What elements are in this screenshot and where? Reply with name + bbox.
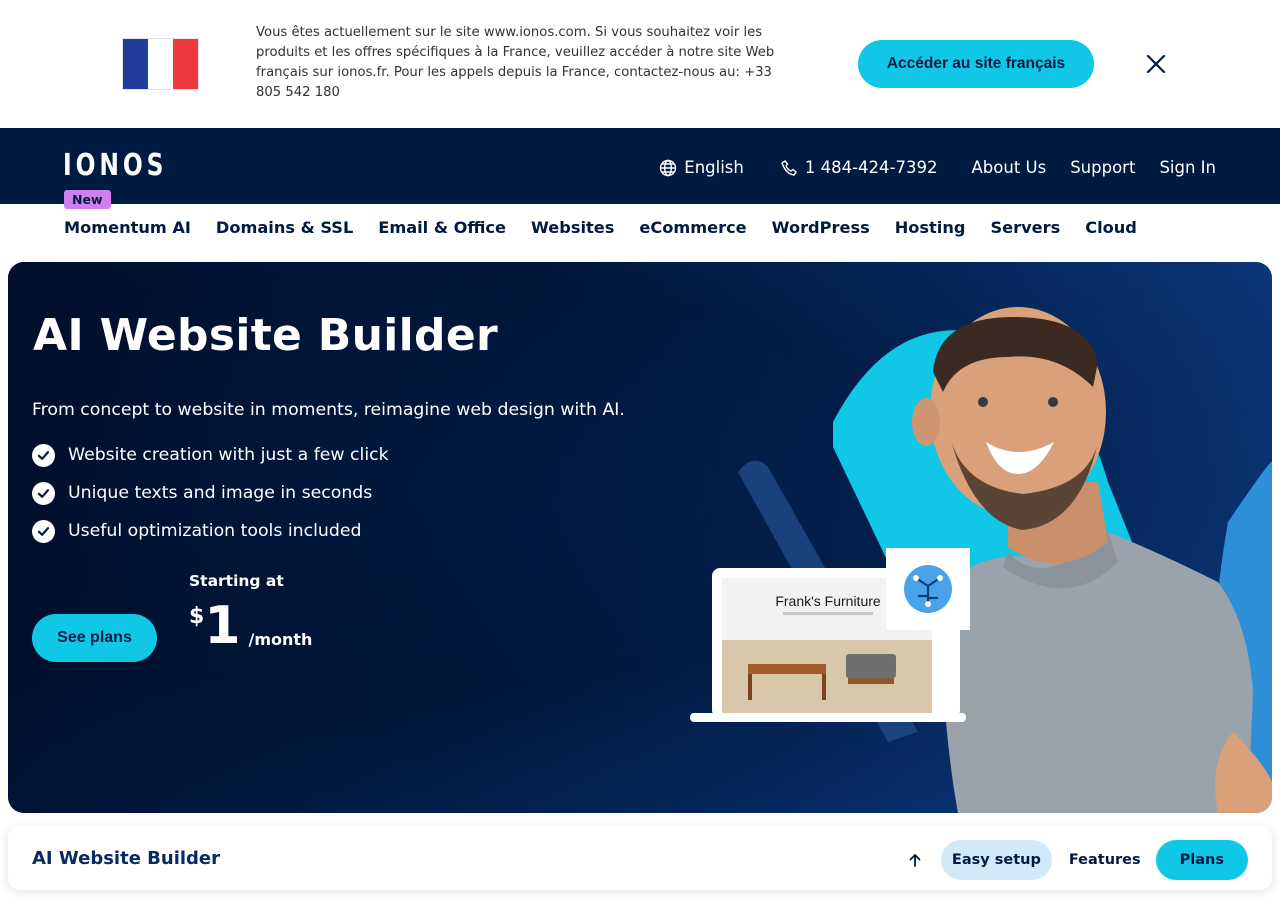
- nav-item-ecommerce[interactable]: eCommerce: [639, 218, 746, 237]
- subnav-easy-setup[interactable]: Easy setup: [940, 840, 1052, 880]
- top-nav: English 1 484-424-7392 About Us Support …: [659, 158, 1216, 177]
- about-us-link[interactable]: About Us: [972, 158, 1047, 177]
- list-item: Useful optimization tools included: [32, 512, 389, 550]
- price-currency: $: [189, 604, 205, 629]
- support-link[interactable]: Support: [1070, 158, 1135, 177]
- france-flag-icon: [123, 39, 198, 89]
- banner-message: Vous êtes actuellement sur le site www.i…: [256, 25, 775, 100]
- check-icon: [32, 481, 55, 505]
- price-period: /month: [248, 630, 313, 649]
- globe-icon: [659, 159, 677, 177]
- phone-link[interactable]: 1 484-424-7392: [780, 158, 938, 177]
- feature-text: Useful optimization tools included: [68, 521, 362, 541]
- price-amount: 1: [204, 596, 241, 656]
- mockup-title: Frank's Furniture: [775, 593, 881, 609]
- see-plans-button[interactable]: See plans: [32, 614, 157, 662]
- new-badge: New: [64, 190, 111, 209]
- hero-section: AI Website Builder From concept to websi…: [8, 262, 1272, 813]
- price: $ 1 /month: [189, 600, 312, 652]
- subnav-title[interactable]: AI Website Builder: [32, 848, 220, 869]
- language-label: English: [684, 158, 744, 177]
- subnav-links: Easy setup Features Plans: [903, 840, 1248, 880]
- hero-subtitle: From concept to website in moments, reim…: [32, 400, 625, 420]
- country-banner: Vous êtes actuellement sur le site www.i…: [0, 0, 1280, 128]
- nav-item-websites[interactable]: Websites: [531, 218, 614, 237]
- starting-at-label: Starting at: [189, 572, 284, 590]
- french-site-button[interactable]: Accéder au site français: [858, 40, 1094, 88]
- sign-in-link[interactable]: Sign In: [1159, 158, 1216, 177]
- feature-list: Website creation with just a few click U…: [32, 436, 389, 550]
- nav-item-cloud[interactable]: Cloud: [1085, 218, 1137, 237]
- language-selector[interactable]: English: [659, 158, 744, 177]
- phone-icon: [780, 159, 798, 177]
- nav-item-momentum-ai[interactable]: Momentum AI: [64, 218, 191, 237]
- subnav-plans[interactable]: Plans: [1155, 840, 1248, 880]
- hero-title: AI Website Builder: [33, 310, 498, 361]
- arrow-up-icon[interactable]: [903, 848, 927, 872]
- hero-illustration: Frank's Furniture: [690, 307, 1272, 813]
- check-icon: [32, 519, 55, 543]
- product-subnav: AI Website Builder Easy setup Features P…: [8, 826, 1272, 890]
- nav-item-wordpress[interactable]: WordPress: [772, 218, 870, 237]
- site-header: IONOS English 1 484-424-7392 About Us Su…: [0, 128, 1280, 204]
- nav-item-domains-ssl[interactable]: Domains & SSL: [216, 218, 353, 237]
- subnav-features[interactable]: Features: [1058, 840, 1152, 880]
- main-nav: Momentum AI Domains & SSL Email & Office…: [64, 218, 1162, 237]
- ai-brain-icon: [904, 565, 952, 613]
- close-icon[interactable]: [1141, 49, 1171, 79]
- feature-text: Website creation with just a few click: [68, 445, 389, 465]
- feature-text: Unique texts and image in seconds: [68, 483, 373, 503]
- nav-item-email-office[interactable]: Email & Office: [378, 218, 506, 237]
- phone-number: 1 484-424-7392: [804, 158, 938, 177]
- check-icon: [32, 443, 55, 467]
- nav-item-servers[interactable]: Servers: [990, 218, 1060, 237]
- nav-item-hosting[interactable]: Hosting: [895, 218, 966, 237]
- ionos-logo[interactable]: IONOS: [63, 148, 167, 183]
- list-item: Unique texts and image in seconds: [32, 474, 389, 512]
- list-item: Website creation with just a few click: [32, 436, 389, 474]
